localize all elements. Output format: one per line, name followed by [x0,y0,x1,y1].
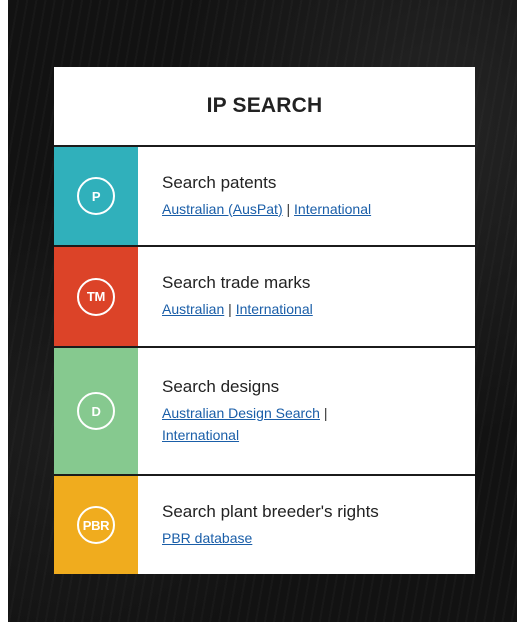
row-patents: P Search patents Australian (AusPat) | I… [54,147,475,247]
trade-marks-content: Search trade marks Australian | Internat… [138,247,382,346]
designs-links: Australian Design Search | International [162,402,382,446]
pbr-title: Search plant breeder's rights [162,501,379,521]
row-trade-marks: TM Search trade marks Australian | Inter… [54,247,475,348]
designs-tile: D [54,348,138,474]
patent-icon: P [77,177,115,215]
plant-breeders-rights-icon: PBR [77,506,115,544]
link-australian-design-search[interactable]: Australian Design Search [162,405,320,421]
link-pbr-database[interactable]: PBR database [162,530,252,546]
trade-mark-icon: TM [77,277,115,316]
patents-title: Search patents [162,172,277,192]
link-separator: | [228,301,232,317]
ip-search-panel: IP SEARCH P Search patents Australian (A… [54,67,475,574]
patents-links: Australian (AusPat) | International [162,198,382,220]
pbr-links: PBR database [162,527,382,549]
designs-title: Search designs [162,376,280,396]
trade-marks-title: Search trade marks [162,273,311,292]
trade-marks-tile: TM [54,247,138,346]
link-international-designs[interactable]: International [162,427,239,443]
pbr-tile: PBR [54,476,138,574]
panel-header: IP SEARCH [54,67,475,147]
panel-title: IP SEARCH [206,94,323,117]
link-separator: | [323,404,328,421]
link-international-trade-marks[interactable]: International [236,301,313,317]
row-designs: D Search designs Australian Design Searc… [54,348,475,476]
link-separator: | [286,200,291,217]
link-international-patents[interactable]: International [294,201,371,217]
link-australian-auspat[interactable]: Australian (AusPat) [162,201,283,217]
pbr-content: Search plant breeder's rights PBR databa… [138,476,382,574]
patents-content: Search patents Australian (AusPat) | Int… [138,147,382,245]
trade-marks-links: Australian | International [162,298,382,320]
row-plant-breeders-rights: PBR Search plant breeder's rights PBR da… [54,476,475,574]
patents-tile: P [54,147,138,245]
designs-content: Search designs Australian Design Search … [138,348,382,474]
link-australian-trade-marks[interactable]: Australian [162,301,224,317]
design-icon: D [77,392,115,430]
